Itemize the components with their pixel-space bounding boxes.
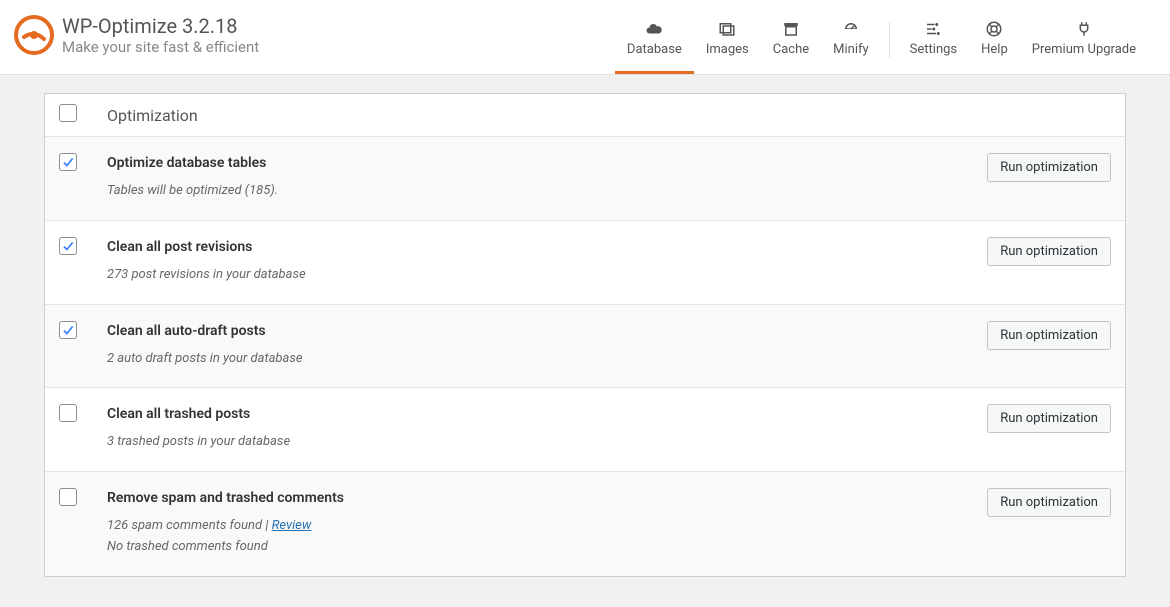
optimization-title: Clean all trashed posts <box>107 406 961 422</box>
optimization-row: Clean all post revisions 273 post revisio… <box>45 220 1125 304</box>
optimizations-panel: Optimization Optimize database tables Tab… <box>44 93 1126 577</box>
optimization-checkbox[interactable] <box>59 488 77 506</box>
brand: WP-Optimize 3.2.18 Make your site fast &… <box>14 14 259 56</box>
nav-label: Minify <box>833 42 869 57</box>
optimization-desc: 273 post revisions in your database <box>107 265 961 286</box>
lifebuoy-icon <box>985 20 1003 38</box>
nav-label: Premium Upgrade <box>1032 42 1136 57</box>
cloud-icon <box>645 20 663 38</box>
review-link[interactable]: Review <box>272 518 312 533</box>
nav-label: Settings <box>910 42 957 57</box>
optimization-checkbox[interactable] <box>59 237 77 255</box>
optimization-checkbox[interactable] <box>59 321 77 339</box>
optimization-desc-secondary: No trashed comments found <box>107 537 961 558</box>
app-tagline: Make your site fast & efficient <box>62 38 259 56</box>
brand-text: WP-Optimize 3.2.18 Make your site fast &… <box>62 14 259 56</box>
nav-minify[interactable]: Minify <box>821 20 881 74</box>
run-optimization-button[interactable]: Run optimization <box>987 237 1111 266</box>
optimization-row: Optimize database tables Tables will be o… <box>45 136 1125 220</box>
app-title: WP-Optimize 3.2.18 <box>62 14 259 38</box>
wpoptimize-logo <box>14 15 54 55</box>
optimization-row: Remove spam and trashed comments 126 spam… <box>45 471 1125 576</box>
panel-header: Optimization <box>45 94 1125 136</box>
optimization-desc: Tables will be optimized (185). <box>107 181 961 202</box>
archive-icon <box>782 20 800 38</box>
optimization-row: Clean all trashed posts 3 trashed posts i… <box>45 387 1125 471</box>
nav-separator <box>889 22 890 58</box>
nav-label: Images <box>706 42 749 57</box>
nav-label: Cache <box>773 42 809 57</box>
optimization-desc: 2 auto draft posts in your database <box>107 349 961 370</box>
header: WP-Optimize 3.2.18 Make your site fast &… <box>0 0 1170 75</box>
nav-label: Help <box>981 42 1008 57</box>
run-optimization-button[interactable]: Run optimization <box>987 153 1111 182</box>
run-optimization-button[interactable]: Run optimization <box>987 488 1111 517</box>
select-all-checkbox[interactable] <box>59 104 77 122</box>
gauge-icon <box>842 20 860 38</box>
optimization-checkbox[interactable] <box>59 404 77 422</box>
optimization-title: Optimize database tables <box>107 155 961 171</box>
run-optimization-button[interactable]: Run optimization <box>987 404 1111 433</box>
optimization-row: Clean all auto-draft posts 2 auto draft p… <box>45 304 1125 388</box>
nav-premium[interactable]: Premium Upgrade <box>1020 20 1148 74</box>
run-optimization-button[interactable]: Run optimization <box>987 321 1111 350</box>
optimization-desc: 126 spam comments found | Review <box>107 516 961 537</box>
optimization-title: Remove spam and trashed comments <box>107 490 961 506</box>
nav-database[interactable]: Database <box>615 20 694 74</box>
sliders-icon <box>924 20 942 38</box>
top-nav: Database Images Cache Minify Settings He… <box>615 14 1148 74</box>
nav-cache[interactable]: Cache <box>761 20 821 74</box>
nav-settings[interactable]: Settings <box>898 20 969 74</box>
nav-images[interactable]: Images <box>694 20 761 74</box>
panel-title: Optimization <box>107 106 198 125</box>
main: Optimization Optimize database tables Tab… <box>0 75 1170 607</box>
optimization-checkbox[interactable] <box>59 153 77 171</box>
images-icon <box>718 20 736 38</box>
nav-label: Database <box>627 42 682 57</box>
plug-icon <box>1075 20 1093 38</box>
optimization-title: Clean all auto-draft posts <box>107 323 961 339</box>
nav-help[interactable]: Help <box>969 20 1020 74</box>
optimization-desc: 3 trashed posts in your database <box>107 432 961 453</box>
optimization-title: Clean all post revisions <box>107 239 961 255</box>
